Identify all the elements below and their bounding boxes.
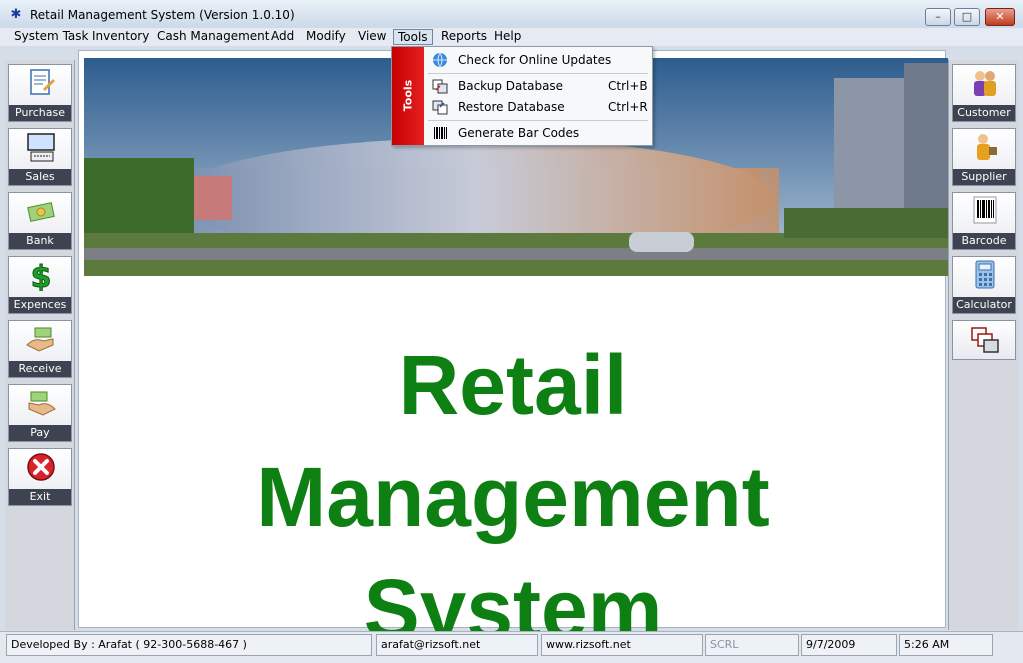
status-bar: Developed By : Arafat ( 92-300-5688-467 …: [0, 631, 1023, 663]
menu-tools[interactable]: Tools: [393, 29, 433, 45]
receive-icon: [26, 327, 54, 352]
barcode-label: Barcode: [953, 233, 1015, 249]
menu-system-task[interactable]: System Task: [10, 29, 92, 45]
tools-dropdown-menu: Tools Check for Online Updates Backup Da…: [391, 46, 653, 146]
expences-label: Expences: [9, 297, 71, 313]
title-bar: ✱ Retail Management System (Version 1.0.…: [0, 0, 1023, 30]
restore-database-item[interactable]: Restore Database Ctrl+R: [428, 97, 650, 117]
customer-label: Customer: [953, 105, 1015, 121]
expences-button[interactable]: $ Expences: [8, 256, 72, 314]
globe-icon: [433, 52, 447, 68]
customer-icon: [974, 71, 996, 96]
menu-separator: [428, 73, 648, 74]
menu-cash-management[interactable]: Cash Management: [153, 29, 273, 45]
tools-side-label: Tools: [401, 79, 415, 112]
sales-label: Sales: [9, 169, 71, 185]
window-title: Retail Management System (Version 1.0.10…: [30, 8, 295, 22]
app-icon: ✱: [10, 7, 22, 22]
bank-button[interactable]: Bank: [8, 192, 72, 250]
restore-icon: [432, 100, 448, 115]
calculator-label: Calculator: [953, 297, 1015, 313]
purchase-label: Purchase: [9, 105, 71, 121]
left-toolbar: Purchase Sales Bank $ Expences Receive P…: [5, 60, 75, 630]
right-toolbar: Customer Supplier Barcode Calculator: [948, 60, 1018, 630]
barcode-icon: [973, 196, 997, 224]
app-headline: Retail Management System: [79, 329, 947, 663]
supplier-button[interactable]: Supplier: [952, 128, 1016, 186]
status-email: arafat@rizsoft.net: [376, 634, 538, 656]
menu-reports[interactable]: Reports: [437, 29, 491, 45]
customer-button[interactable]: Customer: [952, 64, 1016, 122]
pay-label: Pay: [9, 425, 71, 441]
calculator-button[interactable]: Calculator: [952, 256, 1016, 314]
menu-add[interactable]: Add: [267, 29, 298, 45]
menu-bar: System Task Inventory Cash Management Ad…: [0, 28, 1023, 46]
dollar-icon: $: [30, 260, 52, 292]
purchase-button[interactable]: Purchase: [8, 64, 72, 122]
backup-database-item[interactable]: Backup Database Ctrl+B: [428, 76, 650, 96]
barcode-button[interactable]: Barcode: [952, 192, 1016, 250]
headline-line-1: Retail: [398, 338, 628, 432]
menu-inventory[interactable]: Inventory: [88, 29, 153, 45]
backup-icon: [432, 79, 448, 94]
supplier-icon: [977, 134, 997, 160]
svg-text:$: $: [31, 260, 52, 291]
generate-bar-codes-item[interactable]: Generate Bar Codes: [428, 123, 650, 143]
menu-help[interactable]: Help: [490, 29, 525, 45]
tools-side-stripe: Tools: [392, 47, 424, 145]
exit-icon: [27, 453, 55, 481]
exit-label: Exit: [9, 489, 71, 505]
headline-line-2: Management: [256, 450, 770, 544]
receive-label: Receive: [9, 361, 71, 377]
windows-button[interactable]: [952, 320, 1016, 360]
maximize-button[interactable]: □: [954, 8, 980, 26]
barcode-icon: [434, 127, 447, 139]
bank-icon: [27, 202, 55, 222]
bank-label: Bank: [9, 233, 71, 249]
sales-button[interactable]: Sales: [8, 128, 72, 186]
menu-separator: [428, 120, 648, 121]
supplier-label: Supplier: [953, 169, 1015, 185]
status-website: www.rizsoft.net: [541, 634, 703, 656]
purchase-icon: [30, 69, 55, 95]
status-scroll-lock: SCRL: [705, 634, 799, 656]
receive-button[interactable]: Receive: [8, 320, 72, 378]
pay-button[interactable]: Pay: [8, 384, 72, 442]
check-online-updates-item[interactable]: Check for Online Updates: [428, 50, 650, 70]
pay-icon: [28, 391, 56, 416]
exit-button[interactable]: Exit: [8, 448, 72, 506]
status-date: 9/7/2009: [801, 634, 897, 656]
menu-modify[interactable]: Modify: [302, 29, 350, 45]
calculator-icon: [975, 260, 995, 289]
minimize-button[interactable]: –: [925, 8, 951, 26]
menu-view[interactable]: View: [354, 29, 390, 45]
sales-icon: [27, 133, 55, 162]
cascade-windows-icon: [971, 327, 999, 353]
status-developer: Developed By : Arafat ( 92-300-5688-467 …: [6, 634, 372, 656]
status-time: 5:26 AM: [899, 634, 993, 656]
close-button[interactable]: ✕: [985, 8, 1015, 26]
